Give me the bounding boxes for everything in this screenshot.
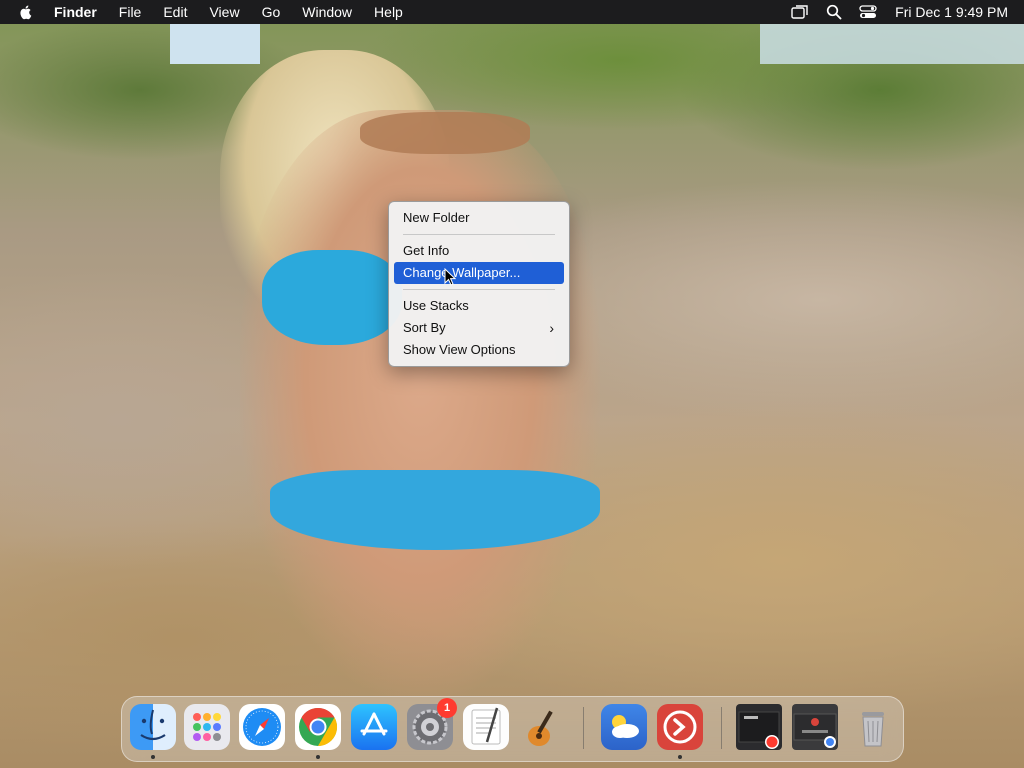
mouse-cursor-icon	[444, 268, 456, 286]
context-menu-new-folder[interactable]: New Folder	[394, 207, 564, 229]
context-menu-sort-by[interactable]: Sort By ›	[394, 317, 564, 339]
wallpaper-figure	[240, 110, 600, 700]
wallpaper-figure-sunglasses	[360, 112, 530, 154]
dock-separator	[721, 707, 722, 749]
remote-desktop-icon[interactable]	[657, 704, 703, 750]
app-store-icon[interactable]	[351, 704, 397, 750]
menu-bar: Finder File Edit View Go Window Help Fri…	[0, 0, 1024, 24]
context-menu-separator	[403, 234, 555, 235]
launchpad-icon[interactable]	[184, 704, 230, 750]
garageband-icon[interactable]	[519, 704, 565, 750]
running-indicator	[151, 755, 155, 759]
minimized-chrome-window-icon[interactable]	[792, 704, 838, 750]
finder-icon[interactable]	[130, 704, 176, 750]
running-indicator	[678, 755, 682, 759]
control-center-icon[interactable]	[859, 4, 877, 20]
wallpaper-sky	[760, 24, 1024, 64]
running-indicator	[316, 755, 320, 759]
screen-mirroring-icon[interactable]	[791, 4, 809, 20]
menu-bar-left: Finder File Edit View Go Window Help	[0, 0, 414, 24]
system-settings-icon[interactable]: 1	[407, 698, 457, 750]
menu-help[interactable]: Help	[363, 0, 414, 24]
menu-edit[interactable]: Edit	[152, 0, 198, 24]
menu-bar-right: Fri Dec 1 9:49 PM	[783, 0, 1024, 24]
context-menu-use-stacks[interactable]: Use Stacks	[394, 295, 564, 317]
menu-go[interactable]: Go	[251, 0, 292, 24]
textedit-icon[interactable]	[463, 704, 509, 750]
wallpaper-figure-swimsuit-bottom	[270, 470, 600, 550]
context-menu-change-wallpaper[interactable]: Change Wallpaper...	[394, 262, 564, 284]
safari-icon[interactable]	[239, 704, 285, 750]
context-menu-get-info[interactable]: Get Info	[394, 240, 564, 262]
desktop-wallpaper[interactable]	[0, 0, 1024, 768]
apple-icon[interactable]	[18, 4, 34, 20]
menu-app-name[interactable]: Finder	[48, 0, 108, 24]
chevron-right-icon: ›	[549, 320, 554, 336]
context-menu-sort-by-label: Sort By	[403, 320, 446, 335]
wallpaper-figure-swimsuit-top	[262, 250, 402, 345]
menu-bar-clock[interactable]: Fri Dec 1 9:49 PM	[895, 4, 1008, 20]
desktop-context-menu: New Folder Get Info Change Wallpaper... …	[388, 201, 570, 367]
trash-icon[interactable]	[850, 704, 896, 750]
weather-icon[interactable]	[601, 704, 647, 750]
menu-window[interactable]: Window	[291, 0, 363, 24]
minimized-safari-window-icon[interactable]	[736, 704, 782, 750]
menu-view[interactable]: View	[198, 0, 250, 24]
chrome-icon[interactable]	[295, 704, 341, 750]
context-menu-show-view-options[interactable]: Show View Options	[394, 339, 564, 361]
dock: 1	[121, 696, 904, 762]
menu-file[interactable]: File	[108, 0, 153, 24]
notification-badge: 1	[437, 698, 457, 718]
dock-separator	[583, 707, 584, 749]
context-menu-separator	[403, 289, 555, 290]
wallpaper-sky	[170, 24, 260, 64]
search-icon[interactable]	[825, 4, 843, 20]
